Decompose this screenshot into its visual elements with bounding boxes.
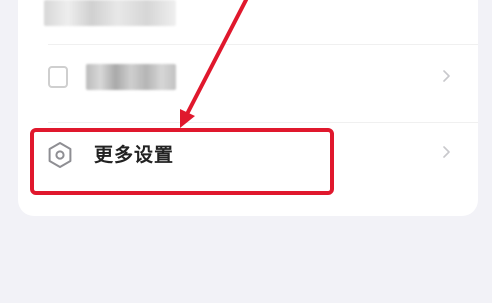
list-item-blurred-2[interactable] (18, 44, 478, 118)
chevron-right-icon (443, 70, 450, 82)
blurred-label (86, 64, 176, 90)
chevron-right-icon (443, 146, 450, 158)
blurred-label (44, 0, 176, 26)
annotation-highlight-box (30, 128, 334, 195)
blurred-icon (48, 66, 68, 88)
